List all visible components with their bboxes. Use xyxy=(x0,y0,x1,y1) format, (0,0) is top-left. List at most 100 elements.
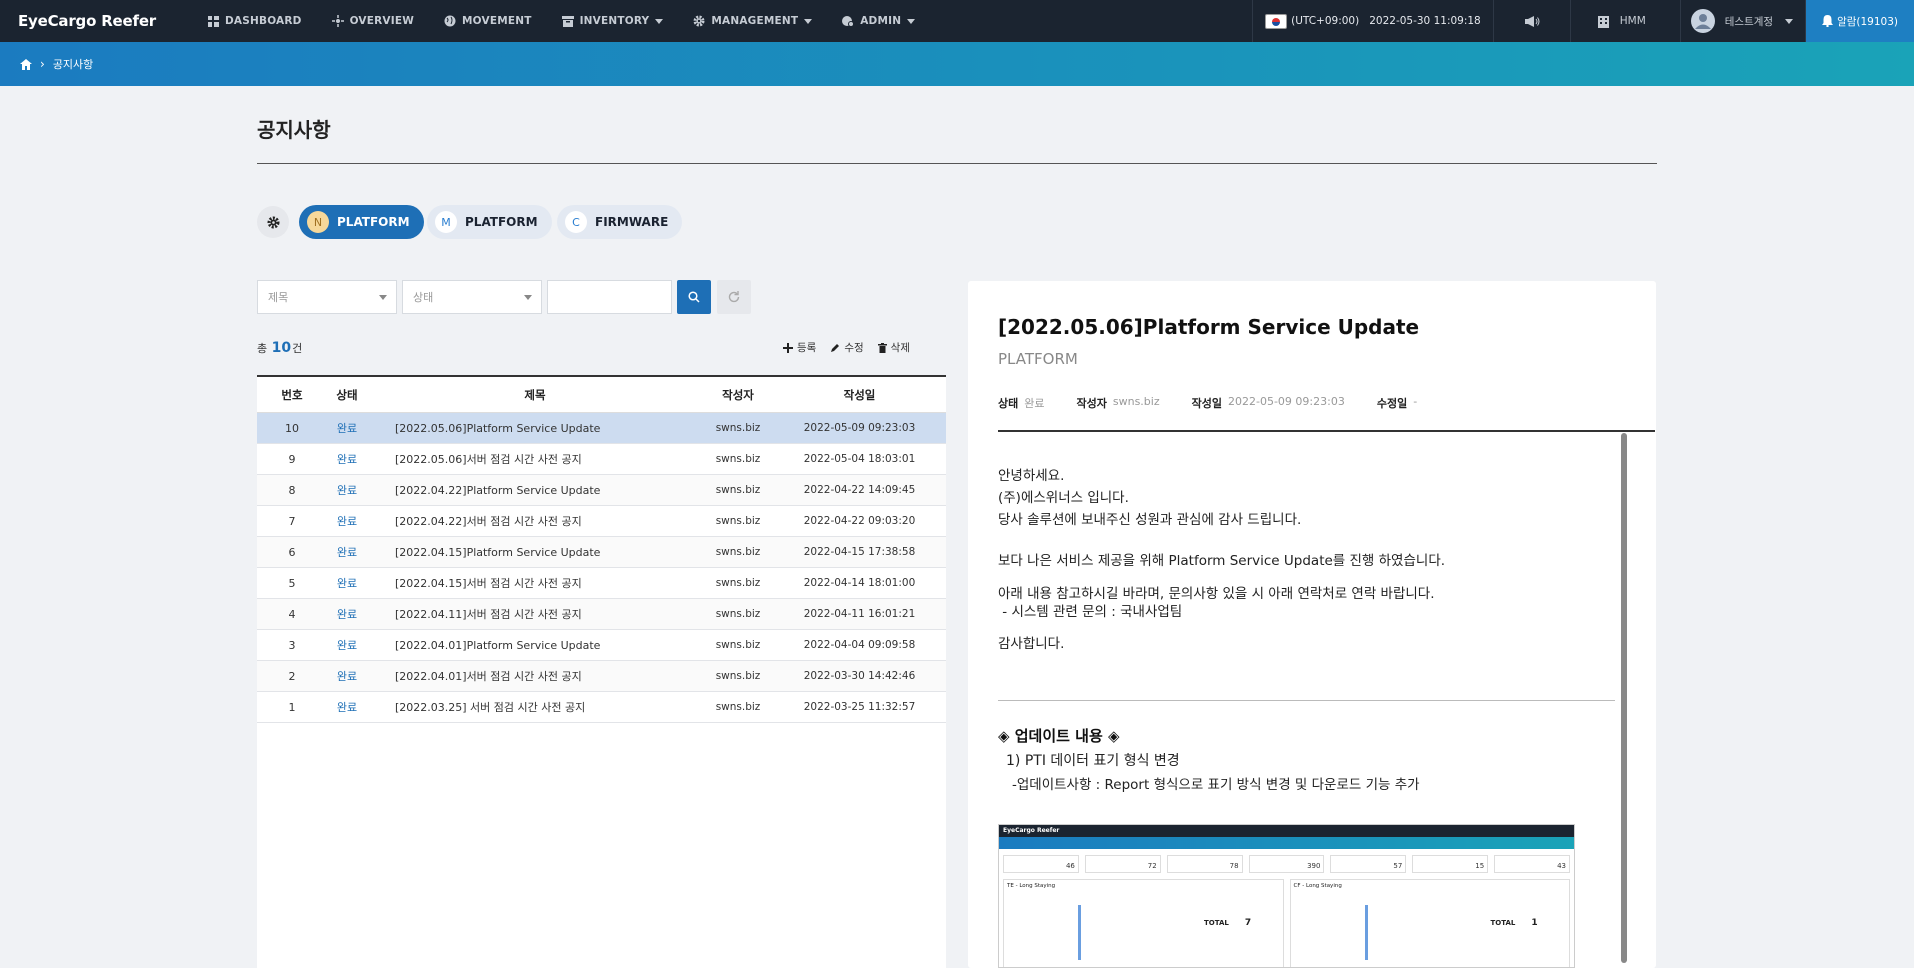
content-divider xyxy=(998,700,1615,701)
gear-icon xyxy=(693,15,705,27)
screenshot-tile: 46 xyxy=(1003,855,1079,873)
cell-status: 완료 xyxy=(336,515,358,528)
col-title[interactable]: 제목 xyxy=(367,387,703,403)
nav-movement[interactable]: MOVEMENT xyxy=(444,15,532,27)
table-row[interactable]: 3 완료 [2022.04.01]Platform Service Update… xyxy=(257,630,946,661)
chevron-down-icon xyxy=(1785,18,1794,24)
add-button[interactable]: 등록 xyxy=(783,340,816,355)
screenshot-total-label: TOTAL xyxy=(1204,919,1229,927)
body-update-notice: 보다 나은 서비스 제공을 위해 Platform Service Update… xyxy=(998,553,1446,569)
category-badge: N xyxy=(307,211,329,233)
reset-button[interactable] xyxy=(717,280,751,314)
nav-inventory[interactable]: INVENTORY xyxy=(561,15,664,27)
nav-admin[interactable]: ADMIN xyxy=(842,15,916,27)
cell-author: swns.biz xyxy=(715,577,761,589)
user-menu[interactable]: 테스트계정 xyxy=(1679,0,1805,42)
cell-number: 1 xyxy=(288,700,296,714)
megaphone-icon xyxy=(1524,15,1540,27)
header-right: (UTC+09:00) 2022-05-30 11:09:18 HMM 테스트계… xyxy=(1252,0,1914,42)
cell-status: 완료 xyxy=(336,577,358,590)
add-label: 등록 xyxy=(797,342,817,354)
search-input[interactable] xyxy=(547,280,672,314)
col-author[interactable]: 작성자 xyxy=(703,387,773,403)
category-settings-button[interactable] xyxy=(257,206,289,238)
delete-button[interactable]: 삭제 xyxy=(877,340,910,355)
status-select[interactable]: 상태 xyxy=(402,280,542,314)
cell-author: swns.biz xyxy=(715,608,761,620)
home-icon[interactable] xyxy=(20,58,32,70)
announcement-button[interactable] xyxy=(1492,0,1570,42)
category-badge: C xyxy=(565,211,587,233)
cell-date: 2022-04-14 18:01:00 xyxy=(803,577,916,589)
list-actions: 등록 수정 삭제 xyxy=(783,340,910,355)
cell-number: 10 xyxy=(285,421,299,435)
breadcrumb: › 공지사항 xyxy=(0,42,1914,86)
category-n-platform[interactable]: N PLATFORM xyxy=(299,205,424,239)
status-value: 완료 xyxy=(1024,397,1045,410)
timezone: (UTC+09:00) xyxy=(1291,15,1360,27)
screenshot-total-label: TOTAL xyxy=(1490,919,1516,927)
cell-date: 2022-05-04 18:03:01 xyxy=(803,453,916,465)
cell-date: 2022-05-09 09:23:03 xyxy=(803,422,916,434)
detail-body: 안녕하세요. (주)에스위너스 입니다. 당사 솔루션에 보내주신 성원과 관심… xyxy=(998,465,1445,655)
table-row[interactable]: 2 완료 [2022.04.01]서버 점검 시간 사전 공지 swns.biz… xyxy=(257,661,946,692)
cell-status: 완료 xyxy=(336,639,358,652)
cell-number: 7 xyxy=(288,514,296,528)
screenshot-total: TOTAL 7 xyxy=(1204,918,1251,928)
table-row[interactable]: 10 완료 [2022.05.06]Platform Service Updat… xyxy=(257,413,946,444)
col-number[interactable]: 번호 xyxy=(257,387,327,403)
cell-title: [2022.03.25] 서버 점검 시간 사전 공지 xyxy=(395,701,586,714)
notice-detail-panel: [2022.05.06]Platform Service Update PLAT… xyxy=(968,281,1656,968)
cell-status: 완료 xyxy=(336,546,358,559)
category-c-firmware[interactable]: C FIRMWARE xyxy=(557,205,683,239)
title-select[interactable]: 제목 xyxy=(257,280,397,314)
table-row[interactable]: 4 완료 [2022.04.11]서버 점검 시간 사전 공지 swns.biz… xyxy=(257,599,946,630)
col-date[interactable]: 작성일 xyxy=(773,387,946,403)
breadcrumb-separator-icon: › xyxy=(40,57,45,71)
cell-number: 3 xyxy=(288,638,296,652)
table-row[interactable]: 7 완료 [2022.04.22]서버 점검 시간 사전 공지 swns.biz… xyxy=(257,506,946,537)
cell-title: [2022.05.06]Platform Service Update xyxy=(395,421,601,435)
plus-icon xyxy=(783,342,793,353)
nav-dashboard[interactable]: DASHBOARD xyxy=(208,15,302,27)
cell-author: swns.biz xyxy=(715,701,761,713)
korea-flag-icon xyxy=(1265,13,1288,29)
nav-movement-label: MOVEMENT xyxy=(462,15,532,27)
timezone-clock[interactable]: (UTC+09:00) 2022-05-30 11:09:18 xyxy=(1252,0,1493,42)
company-selector[interactable]: HMM xyxy=(1569,0,1680,42)
breadcrumb-current: 공지사항 xyxy=(52,58,94,71)
chevron-down-icon xyxy=(524,295,532,300)
cell-date: 2022-04-22 09:03:20 xyxy=(803,515,916,527)
cell-title: [2022.04.01]서버 점검 시간 사전 공지 xyxy=(395,670,582,683)
cell-author: swns.biz xyxy=(715,546,761,558)
edit-button[interactable]: 수정 xyxy=(830,340,864,355)
col-status[interactable]: 상태 xyxy=(327,387,367,403)
cell-author: swns.biz xyxy=(715,422,761,434)
cell-number: 9 xyxy=(288,452,296,466)
table-row[interactable]: 8 완료 [2022.04.22]Platform Service Update… xyxy=(257,475,946,506)
nav-management[interactable]: MANAGEMENT xyxy=(693,15,813,27)
screenshot-chart-title: CF - Long Staying xyxy=(1293,883,1342,889)
screenshot-chart-title: TE - Long Staying xyxy=(1007,883,1056,889)
screenshot-tile: 390 xyxy=(1248,855,1325,873)
search-button[interactable] xyxy=(677,280,711,314)
table-row[interactable]: 5 완료 [2022.04.15]서버 점검 시간 사전 공지 swns.biz… xyxy=(257,568,946,599)
body-closing: 감사합니다. xyxy=(998,636,1065,652)
cell-author: swns.biz xyxy=(715,515,761,527)
status-label: 상태 xyxy=(998,397,1019,410)
modified-value: - xyxy=(1413,395,1418,408)
created-value: 2022-05-09 09:23:03 xyxy=(1228,395,1345,408)
table-row[interactable]: 9 완료 [2022.05.06]서버 점검 시간 사전 공지 swns.biz… xyxy=(257,444,946,475)
nav-admin-label: ADMIN xyxy=(860,15,902,27)
company-name: HMM xyxy=(1619,15,1646,27)
app-logo[interactable]: EyeCargo Reefer xyxy=(18,12,156,30)
category-m-platform[interactable]: M PLATFORM xyxy=(427,205,552,239)
delete-label: 삭제 xyxy=(890,342,910,354)
category-label: PLATFORM xyxy=(337,215,410,229)
nav-overview[interactable]: OVERVIEW xyxy=(331,15,414,27)
table-row[interactable]: 1 완료 [2022.03.25] 서버 점검 시간 사전 공지 swns.bi… xyxy=(257,692,946,723)
table-row[interactable]: 6 완료 [2022.04.15]Platform Service Update… xyxy=(257,537,946,568)
chevron-down-icon xyxy=(655,18,664,24)
detail-scrollbar[interactable] xyxy=(1621,433,1627,963)
alarm-button[interactable]: 알람(19103) xyxy=(1805,0,1914,42)
